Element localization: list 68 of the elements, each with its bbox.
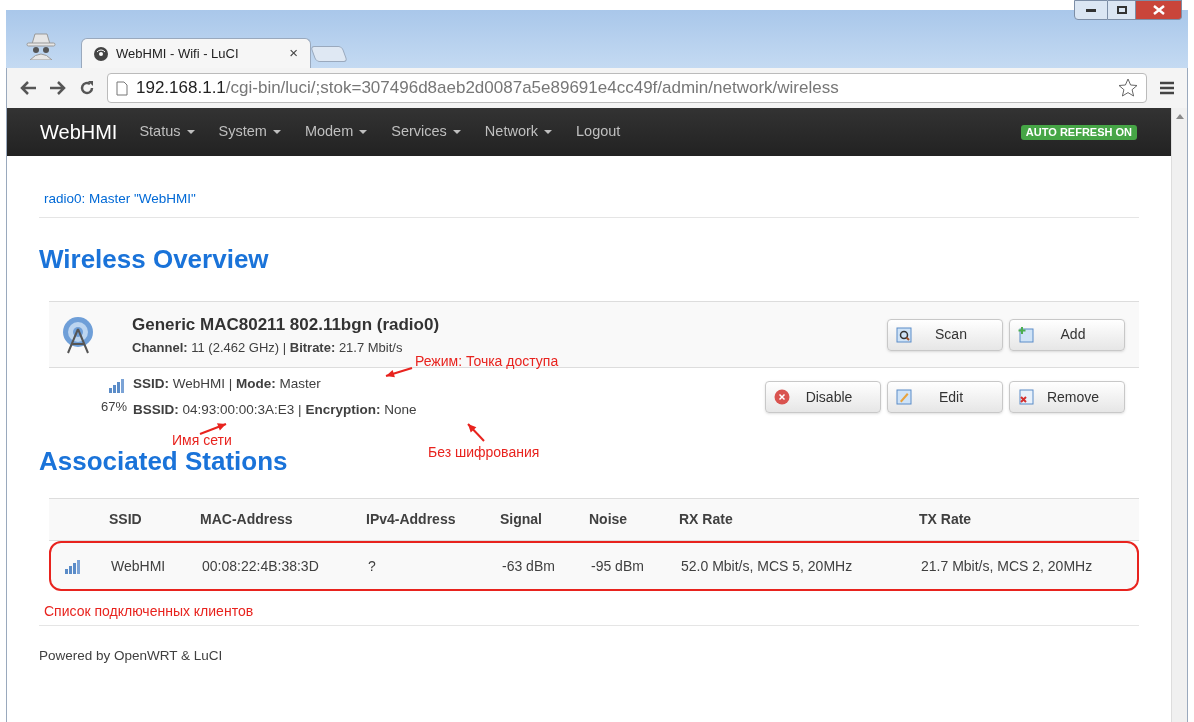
page-icon [116, 80, 128, 96]
nav-menu-item[interactable]: Modem [304, 121, 368, 143]
tab-title: WebHMI - Wifi - LuCI [116, 44, 240, 63]
nav-menu-item[interactable]: Services [391, 121, 461, 143]
nav-menu-item[interactable]: Logout [576, 121, 621, 143]
url-host: 192.168.1.1 [136, 78, 226, 98]
annotation-text: Без шифрования [428, 443, 540, 462]
remove-button[interactable]: Remove [1009, 381, 1125, 413]
table-cell-text: -63 dBm [502, 556, 556, 576]
disable-button[interactable]: Disable [765, 381, 881, 413]
incognito-icon [26, 32, 56, 60]
caret-icon [452, 130, 461, 134]
scroll-up-icon[interactable] [1175, 114, 1184, 119]
table-cell-text: 52.0 Mbit/s, MCS 5, 20MHz [681, 556, 854, 576]
url-path: /cgi-bin/luci/;stok=307496d8aeb2d0087a5e89691e4cc49f/admin/network/wireless [225, 78, 839, 98]
address-field[interactable]: 192.168.1.1/cgi-bin/luci/;stok=307496d8aeb2d0087a5e89691e4cc49f/admin/network/wireless [107, 73, 1147, 103]
network-ssid-mode: SSID: WebHMI | Mode: Master [133, 375, 321, 394]
caret-icon [544, 130, 553, 134]
table-cell-text: ? [368, 556, 377, 576]
delete-icon [1018, 389, 1034, 405]
page-heading: Wireless Overview [39, 244, 270, 274]
table-cell-text: 21.7 Mbit/s, MCS 2, 20MHz [921, 556, 1094, 576]
maximize-button[interactable] [1108, 0, 1136, 20]
column-header: SSID [109, 510, 143, 529]
breadcrumb-link[interactable]: radio0: Master "WebHMI" [44, 188, 196, 209]
caret-icon [272, 130, 281, 134]
network-bssid-encryption: BSSID: 04:93:00:00:3A:E3 | Encryption: None [133, 400, 417, 419]
table-cell-text: -95 dBm [591, 556, 645, 576]
reload-icon[interactable] [79, 80, 95, 96]
scan-button[interactable]: Scan [887, 318, 1003, 351]
close-button[interactable] [1136, 0, 1182, 20]
stop-icon [774, 389, 790, 405]
caret-icon [359, 130, 368, 134]
signal-icon [109, 377, 127, 394]
column-header: RX Rate [679, 510, 734, 529]
nav-menu-item[interactable]: System [218, 121, 281, 143]
brand-logo[interactable]: WebHMI [40, 117, 118, 147]
menu-icon[interactable] [1159, 81, 1175, 95]
column-header: Signal [500, 510, 543, 529]
edit-button[interactable]: Edit [887, 381, 1003, 413]
new-page-icon [1018, 326, 1034, 343]
back-icon[interactable] [19, 80, 37, 96]
close-icon [1152, 5, 1165, 15]
nav-menu-item[interactable]: Status [139, 121, 195, 143]
star-icon[interactable] [1118, 78, 1138, 98]
tab-close[interactable]: × [289, 42, 298, 65]
footer-text: Powered by OpenWRT & LuCI [39, 647, 224, 665]
forward-icon[interactable] [49, 80, 67, 96]
table-cell-text: 00:08:22:4B:38:3D [202, 556, 320, 576]
table-cell-text: WebHMI [111, 556, 167, 576]
pencil-icon [896, 389, 912, 405]
signal-icon [65, 558, 83, 574]
annotation-text: Список подключенных клиентов [44, 603, 254, 619]
magnifier-icon [896, 326, 912, 343]
add-button[interactable]: Add [1009, 318, 1125, 351]
column-header: MAC-Address [200, 510, 294, 529]
browser-tab[interactable]: WebHMI - Wifi - LuCI × [81, 38, 311, 68]
wifi-icon [94, 46, 108, 61]
annotation-text: Режим: Точка доступа [415, 352, 559, 371]
column-header: IPv4-Address [366, 510, 457, 529]
nav-menu-item[interactable]: Network [484, 121, 553, 143]
caret-icon [186, 130, 195, 134]
minimize-button[interactable] [1074, 0, 1108, 20]
column-header: TX Rate [919, 510, 973, 529]
device-details: Channel: 11 (2.462 GHz) | Bitrate: 21.7 Mbit/s [132, 338, 404, 357]
device-name: Generic MAC80211 802.11bgn (radio0) [132, 314, 440, 336]
column-header: Noise [589, 510, 629, 529]
signal-percent: 67% [100, 398, 127, 417]
